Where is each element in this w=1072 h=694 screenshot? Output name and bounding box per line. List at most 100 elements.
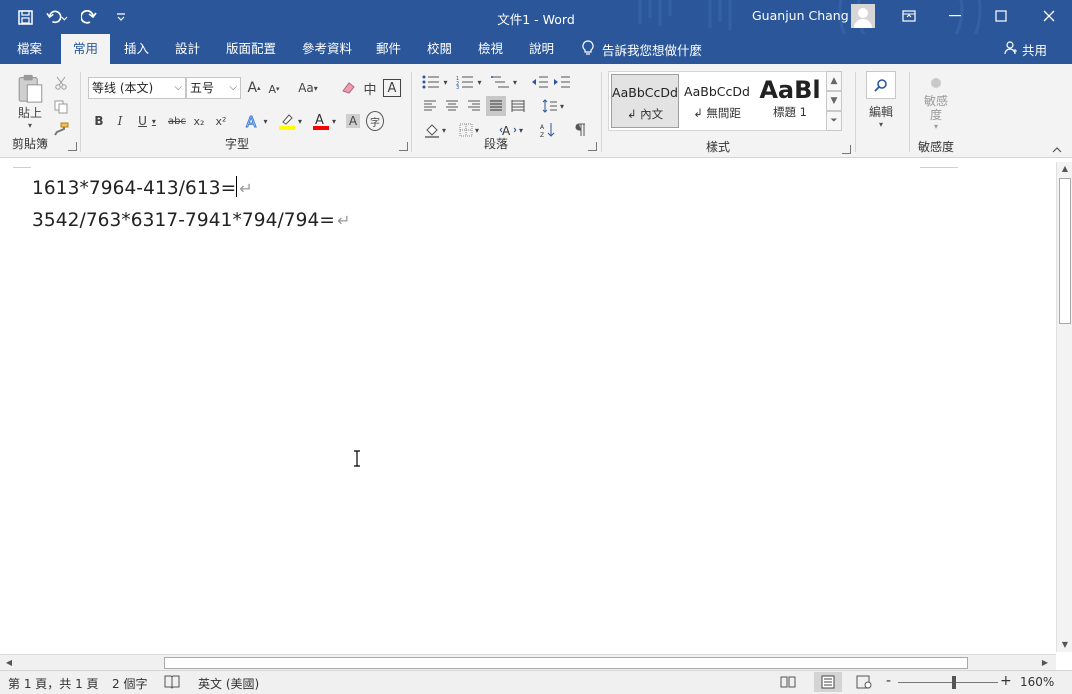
numbering-button[interactable]: 1 2 3 ▾ xyxy=(454,72,484,92)
zoom-level[interactable]: 160% xyxy=(1020,675,1054,689)
tab-help[interactable]: 說明 xyxy=(525,34,558,64)
enclose-characters-button[interactable]: 字 xyxy=(366,111,384,131)
sensitivity-button[interactable]: 敏感度 ▾ xyxy=(916,74,956,134)
font-name-dropdown[interactable]: 等线 (本文) ⌵ xyxy=(88,77,186,99)
shading-button[interactable]: ▾ xyxy=(420,120,450,140)
show-formatting-marks-icon[interactable] xyxy=(570,120,590,140)
horizontal-scrollbar[interactable]: ◀ ▶ xyxy=(0,654,1056,670)
zoom-in-button[interactable]: + xyxy=(1000,673,1012,689)
align-left-icon[interactable] xyxy=(420,96,440,116)
document-area[interactable]: 1613*7964-413/613= ↵ 3542/763*6317-7941*7… xyxy=(0,158,1056,654)
tab-review[interactable]: 校閱 xyxy=(423,34,456,64)
maximize-button[interactable] xyxy=(978,0,1024,32)
increase-indent-icon[interactable] xyxy=(552,72,572,92)
phonetic-guide-button[interactable]: 中 xyxy=(361,79,379,98)
scroll-up-arrow[interactable]: ▲ xyxy=(1057,162,1072,176)
tell-me-search[interactable]: 告訴我您想做什麼 xyxy=(582,34,702,64)
ribbon-display-options-button[interactable] xyxy=(886,0,932,32)
superscript-button[interactable]: x² xyxy=(212,111,230,131)
shrink-font-button[interactable]: A ▾ xyxy=(266,80,282,98)
grow-font-button[interactable]: A ▴ xyxy=(245,78,263,98)
cut-icon[interactable] xyxy=(52,74,70,92)
language-indicator[interactable]: 英文 (美國) xyxy=(198,675,259,692)
font-size-dropdown[interactable]: 五号 ⌵ xyxy=(186,77,241,99)
styles-scroll-up-button[interactable]: ▲ xyxy=(826,71,842,91)
document-line-2[interactable]: 3542/763*6317-7941*794/794= ↵ xyxy=(32,210,351,231)
web-layout-icon[interactable] xyxy=(856,675,872,692)
format-painter-icon[interactable] xyxy=(52,120,70,138)
align-center-icon[interactable] xyxy=(442,96,462,116)
scroll-right-arrow[interactable]: ▶ xyxy=(1038,655,1052,671)
multilevel-list-button[interactable]: ▾ xyxy=(488,72,520,92)
ribbon: 貼上 ▾ 剪貼簿 等线 (本文) ⌵ 五号 ⌵ A ▴ A ▾ Aa ▾ 中 A B xyxy=(0,64,1072,158)
status-bar: 第 1 頁，共 1 頁 2 個字 英文 (美國) - + 160% xyxy=(0,670,1072,694)
style-no-spacing[interactable]: AaBbCcDd ↲ 無間距 xyxy=(683,74,751,128)
zoom-slider-track[interactable] xyxy=(898,682,998,683)
sort-icon[interactable]: AZ xyxy=(538,120,558,140)
page-count[interactable]: 第 1 頁，共 1 頁 xyxy=(8,675,99,692)
borders-button[interactable]: ▾ xyxy=(454,120,484,140)
read-mode-icon[interactable] xyxy=(780,675,796,692)
character-shading-button[interactable]: A xyxy=(344,111,362,131)
customize-qat-icon[interactable] xyxy=(110,7,132,27)
redo-icon[interactable] xyxy=(78,7,100,27)
clear-formatting-icon[interactable] xyxy=(339,79,357,97)
tab-view[interactable]: 檢視 xyxy=(474,34,507,64)
scroll-down-arrow[interactable]: ▼ xyxy=(1057,638,1072,652)
tab-design[interactable]: 設計 xyxy=(171,34,204,64)
scroll-left-arrow[interactable]: ◀ xyxy=(2,655,16,671)
styles-dialog-launcher[interactable] xyxy=(842,145,851,154)
collapse-ribbon-icon[interactable] xyxy=(1050,144,1064,156)
editing-button[interactable]: 編輯 ▾ xyxy=(864,69,898,131)
distributed-icon[interactable] xyxy=(508,96,528,116)
decrease-indent-icon[interactable] xyxy=(530,72,550,92)
minimize-button[interactable] xyxy=(932,0,978,32)
vertical-scroll-thumb[interactable] xyxy=(1059,178,1071,324)
bullets-button[interactable]: ▾ xyxy=(420,72,450,92)
italic-button[interactable]: I xyxy=(111,111,129,131)
justify-icon[interactable] xyxy=(486,96,506,116)
paragraph-dialog-launcher[interactable] xyxy=(588,142,597,151)
bold-button[interactable]: B xyxy=(90,111,108,131)
undo-icon[interactable] xyxy=(46,7,68,27)
vertical-scrollbar[interactable]: ▲ ▼ xyxy=(1056,162,1072,652)
user-name[interactable]: Guanjun Chang xyxy=(752,8,849,23)
highlight-button[interactable]: ▾ xyxy=(276,111,304,131)
text-effects-button[interactable]: A ▾ xyxy=(242,111,270,131)
align-right-icon[interactable] xyxy=(464,96,484,116)
print-layout-icon[interactable] xyxy=(814,672,842,692)
tab-layout[interactable]: 版面配置 xyxy=(222,34,280,64)
style-heading-1[interactable]: AaBl 標題 1 xyxy=(755,74,825,128)
underline-button[interactable]: U ▾ xyxy=(133,111,161,131)
tab-home[interactable]: 常用 xyxy=(61,34,111,64)
paste-button[interactable]: 貼上 ▾ xyxy=(12,74,48,130)
tab-file[interactable]: 檔案 xyxy=(13,34,46,64)
strikethrough-button[interactable]: abc xyxy=(166,111,188,131)
multilevel-list-icon xyxy=(490,76,509,88)
share-button[interactable]: 共用 xyxy=(1004,34,1047,64)
clipboard-dialog-launcher[interactable] xyxy=(68,142,77,151)
font-dialog-launcher[interactable] xyxy=(399,142,408,151)
document-line-1[interactable]: 1613*7964-413/613= ↵ xyxy=(32,176,253,199)
tab-mailings[interactable]: 郵件 xyxy=(372,34,405,64)
font-name-value: 等线 (本文) xyxy=(92,81,154,95)
font-color-button[interactable]: A ▾ xyxy=(310,111,338,131)
save-icon[interactable] xyxy=(14,7,36,27)
zoom-slider-thumb[interactable] xyxy=(952,676,956,689)
tab-references[interactable]: 參考資料 xyxy=(298,34,356,64)
word-count[interactable]: 2 個字 xyxy=(112,675,147,692)
styles-more-button[interactable]: ⏷ xyxy=(826,111,842,131)
tab-insert[interactable]: 插入 xyxy=(120,34,153,64)
style-normal[interactable]: AaBbCcDd ↲ 內文 xyxy=(611,74,679,128)
styles-scroll-down-button[interactable]: ▼ xyxy=(826,91,842,111)
copy-icon[interactable] xyxy=(52,98,70,116)
character-border-button[interactable]: A xyxy=(383,79,401,97)
proofing-icon[interactable] xyxy=(164,675,180,692)
close-button[interactable] xyxy=(1026,0,1072,32)
line-spacing-button[interactable]: ▾ xyxy=(538,96,568,116)
avatar[interactable] xyxy=(851,4,875,28)
change-case-button[interactable]: Aa ▾ xyxy=(294,78,322,98)
subscript-button[interactable]: x₂ xyxy=(190,111,208,131)
horizontal-scroll-thumb[interactable] xyxy=(164,657,968,669)
zoom-out-button[interactable]: - xyxy=(886,673,891,689)
